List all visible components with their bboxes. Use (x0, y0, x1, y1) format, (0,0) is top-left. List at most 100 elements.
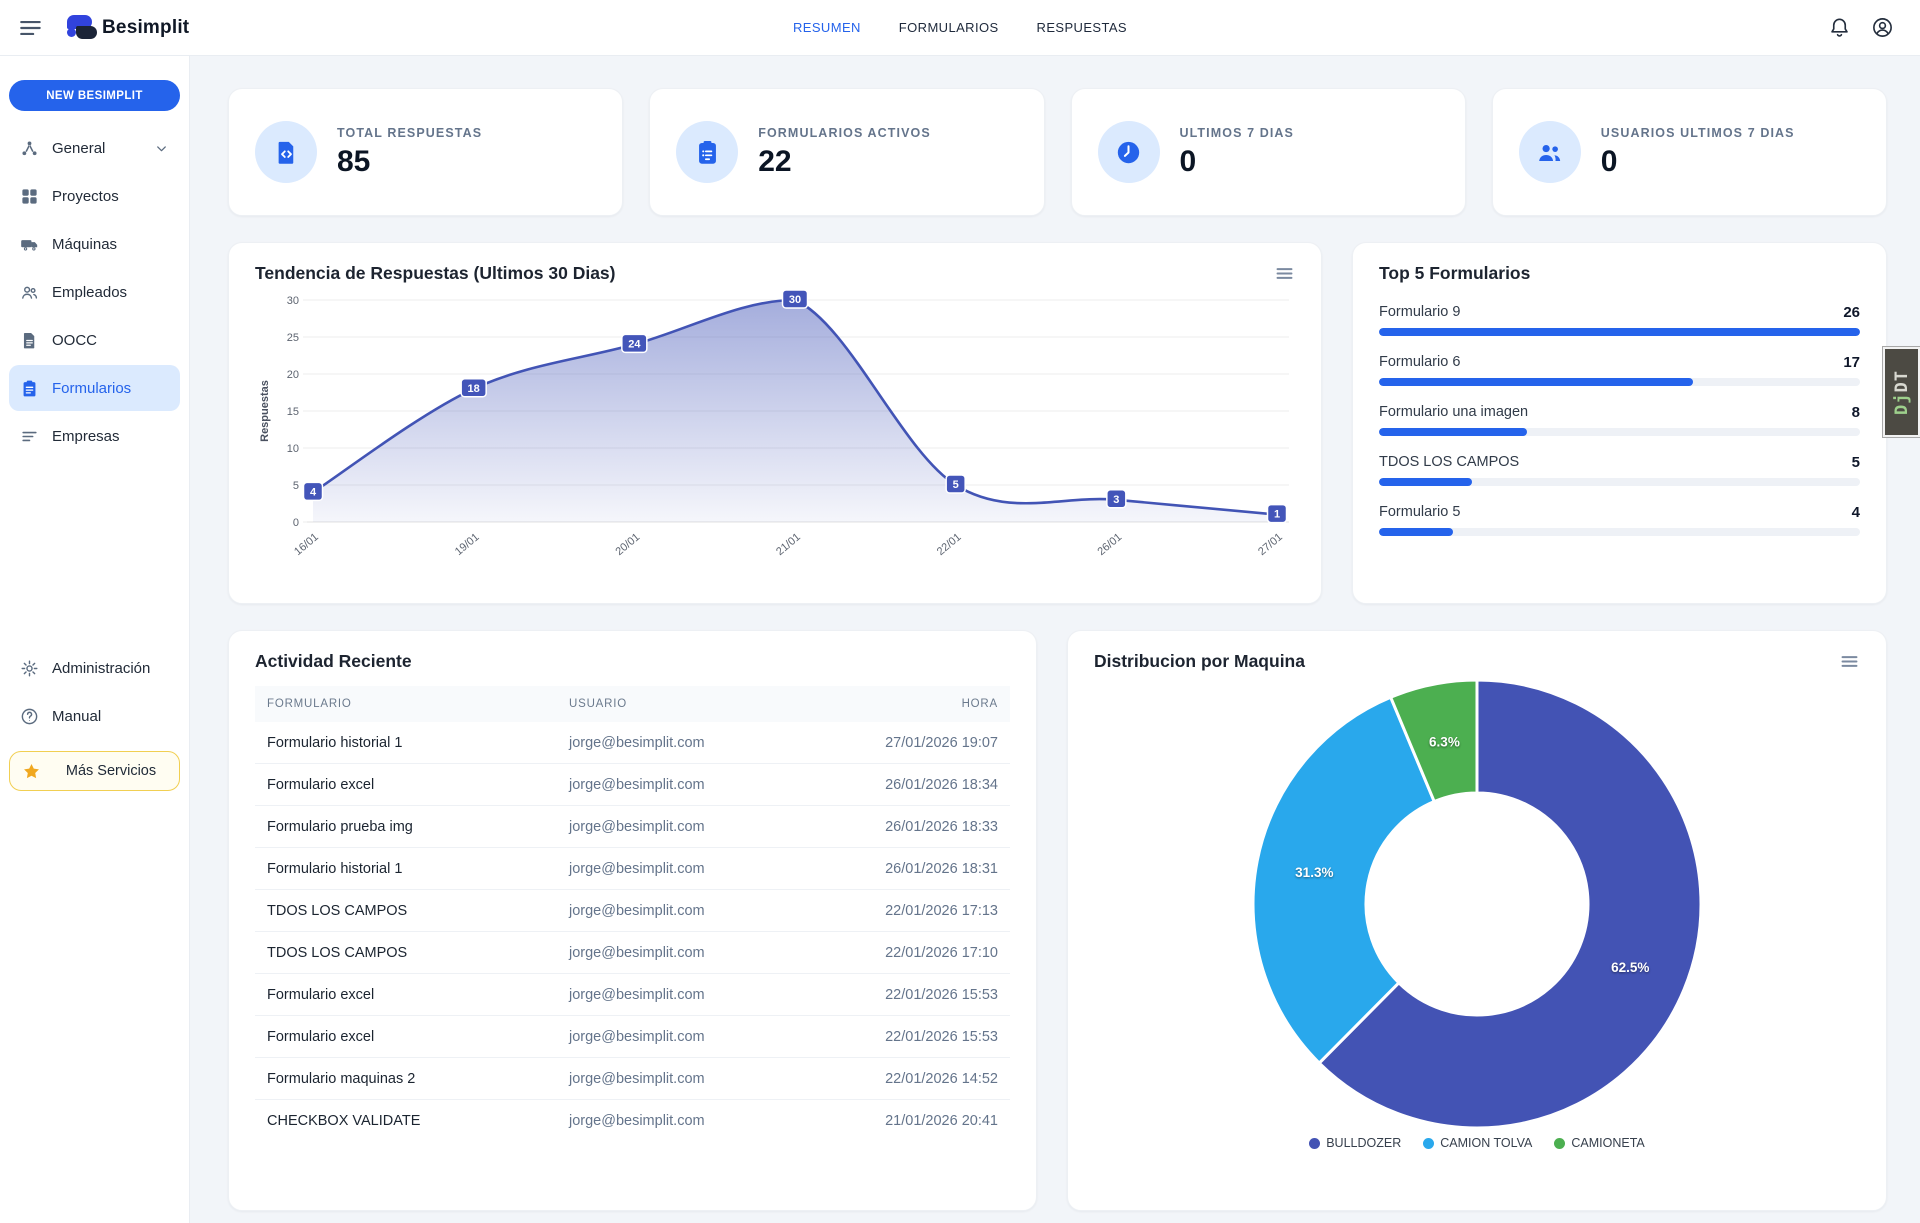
svg-text:20: 20 (287, 369, 299, 381)
top5-list: Formulario 9 26 Formulario 6 17 Formular… (1379, 304, 1860, 536)
column-header-usuario: USUARIO (557, 686, 844, 722)
cell-formulario: Formulario maquinas 2 (255, 1058, 557, 1100)
table-row: Formulario historial 1 jorge@besimplit.c… (255, 848, 1010, 890)
svg-text:15: 15 (287, 406, 299, 418)
hamburger-menu-icon[interactable] (18, 15, 44, 41)
distribution-title: Distribucion por Maquina (1094, 651, 1305, 672)
sidebar-item-empleados[interactable]: Empleados (9, 269, 180, 315)
svg-text:21/01: 21/01 (774, 531, 803, 558)
svg-text:62.5%: 62.5% (1611, 960, 1649, 975)
tab-resumen[interactable]: RESUMEN (793, 20, 861, 35)
top5-item: Formulario una imagen 8 (1379, 404, 1860, 436)
top5-item-label: TDOS LOS CAMPOS (1379, 454, 1519, 471)
sidebar-item-maquinas[interactable]: Máquinas (9, 221, 180, 267)
top5-title: Top 5 Formularios (1379, 263, 1860, 284)
top5-item-value: 8 (1852, 404, 1860, 421)
distribution-chart: 62.5%31.3%6.3% (1094, 676, 1860, 1128)
cell-hora: 26/01/2026 18:34 (844, 764, 1010, 806)
table-row: TDOS LOS CAMPOS jorge@besimplit.com 22/0… (255, 890, 1010, 932)
progress-bar-track (1379, 528, 1860, 536)
progress-bar-fill (1379, 378, 1693, 386)
progress-bar-track (1379, 328, 1860, 336)
stat-value: 85 (337, 145, 482, 179)
cell-hora: 22/01/2026 15:53 (844, 974, 1010, 1016)
tab-formularios[interactable]: FORMULARIOS (899, 20, 999, 35)
table-row: Formulario prueba img jorge@besimplit.co… (255, 806, 1010, 848)
svg-text:27/01: 27/01 (1256, 531, 1285, 558)
top5-item: Formulario 5 4 (1379, 504, 1860, 536)
sidebar-item-mas-servicios[interactable]: Más Servicios (9, 751, 180, 791)
legend-dot-icon (1554, 1138, 1565, 1149)
chevron-down-icon (154, 141, 169, 156)
column-header-formulario: FORMULARIO (255, 686, 557, 722)
cell-usuario: jorge@besimplit.com (557, 1100, 844, 1142)
new-besimplit-button[interactable]: NEW BESIMPLIT (9, 80, 180, 111)
sidebar-item-general[interactable]: General (9, 125, 180, 171)
table-row: Formulario excel jorge@besimplit.com 22/… (255, 974, 1010, 1016)
debug-toolbar-handle[interactable]: DjDT (1883, 347, 1920, 437)
legend-item-bulldozer[interactable]: BULLDOZER (1309, 1136, 1401, 1150)
svg-text:3: 3 (1113, 494, 1119, 506)
legend-label: CAMION TOLVA (1440, 1136, 1532, 1150)
brand-logo[interactable]: Besimplit (60, 12, 189, 44)
svg-text:26/01: 26/01 (1095, 531, 1124, 558)
cell-usuario: jorge@besimplit.com (557, 974, 844, 1016)
gear-icon (20, 659, 39, 678)
cell-hora: 27/01/2026 19:07 (844, 722, 1010, 764)
top5-item-label: Formulario 9 (1379, 304, 1460, 321)
table-row: TDOS LOS CAMPOS jorge@besimplit.com 22/0… (255, 932, 1010, 974)
cell-formulario: Formulario historial 1 (255, 722, 557, 764)
legend-dot-icon (1423, 1138, 1434, 1149)
tab-respuestas[interactable]: RESPUESTAS (1037, 20, 1127, 35)
cell-formulario: Formulario historial 1 (255, 848, 557, 890)
stat-card-usuarios-ultimos-7-dias: USUARIOS ULTIMOS 7 DIAS 0 (1492, 88, 1887, 216)
top5-card: Top 5 Formularios Formulario 9 26 Formul… (1352, 242, 1887, 604)
stat-card-ultimos-7-dias: ULTIMOS 7 DIAS 0 (1071, 88, 1466, 216)
svg-text:19/01: 19/01 (453, 531, 482, 558)
sidebar-item-administracion[interactable]: Administración (9, 645, 180, 691)
chart-menu-icon[interactable] (1839, 651, 1860, 672)
svg-text:30: 30 (789, 294, 801, 306)
sidebar-item-proyectos[interactable]: Proyectos (9, 173, 180, 219)
sidebar-item-empresas[interactable]: Empresas (9, 413, 180, 459)
cell-usuario: jorge@besimplit.com (557, 932, 844, 974)
chart-menu-icon[interactable] (1274, 263, 1295, 284)
svg-text:16/01: 16/01 (292, 531, 321, 558)
donut-chart-wrap: 62.5%31.3%6.3% (1094, 676, 1860, 1128)
legend-dot-icon (1309, 1138, 1320, 1149)
cell-formulario: Formulario excel (255, 974, 557, 1016)
sidebar-item-formularios[interactable]: Formularios (9, 365, 180, 411)
column-header-hora: HORA (844, 686, 1010, 722)
cell-usuario: jorge@besimplit.com (557, 1016, 844, 1058)
account-icon[interactable] (1871, 16, 1894, 39)
cell-hora: 26/01/2026 18:31 (844, 848, 1010, 890)
svg-text:0: 0 (293, 517, 299, 529)
stat-card-total-respuestas: TOTAL RESPUESTAS 85 (228, 88, 623, 216)
legend-item-camioneta[interactable]: CAMIONETA (1554, 1136, 1644, 1150)
progress-bar-fill (1379, 328, 1860, 336)
chart-legend: BULLDOZER CAMION TOLVA CAMIONETA (1094, 1136, 1860, 1150)
notifications-bell-icon[interactable] (1828, 16, 1851, 39)
grid-icon (20, 187, 39, 206)
cell-usuario: jorge@besimplit.com (557, 848, 844, 890)
stat-label: ULTIMOS 7 DIAS (1180, 126, 1294, 140)
share-nodes-icon (20, 139, 39, 158)
legend-item-camion-tolva[interactable]: CAMION TOLVA (1423, 1136, 1532, 1150)
clipboard-list-icon (694, 139, 721, 166)
cell-formulario: CHECKBOX VALIDATE (255, 1100, 557, 1142)
trend-chart: 05101520253016/0119/0120/0121/0122/0126/… (255, 284, 1297, 580)
recent-activity-card: Actividad Reciente FORMULARIO USUARIO HO… (228, 630, 1037, 1211)
debug-toolbar-label: Dj (1892, 392, 1912, 414)
activity-table: FORMULARIO USUARIO HORA Formulario histo… (255, 686, 1010, 1141)
clock-icon (1115, 139, 1142, 166)
users-icon (20, 283, 39, 302)
sidebar-item-oocc[interactable]: OOCC (9, 317, 180, 363)
top5-item: TDOS LOS CAMPOS 5 (1379, 454, 1860, 486)
top5-item-label: Formulario una imagen (1379, 404, 1528, 421)
sidebar-item-manual[interactable]: Manual (9, 693, 180, 739)
progress-bar-fill (1379, 478, 1472, 486)
top5-item-label: Formulario 6 (1379, 354, 1460, 371)
svg-text:24: 24 (628, 338, 641, 350)
star-icon (22, 762, 41, 781)
cell-hora: 22/01/2026 17:10 (844, 932, 1010, 974)
